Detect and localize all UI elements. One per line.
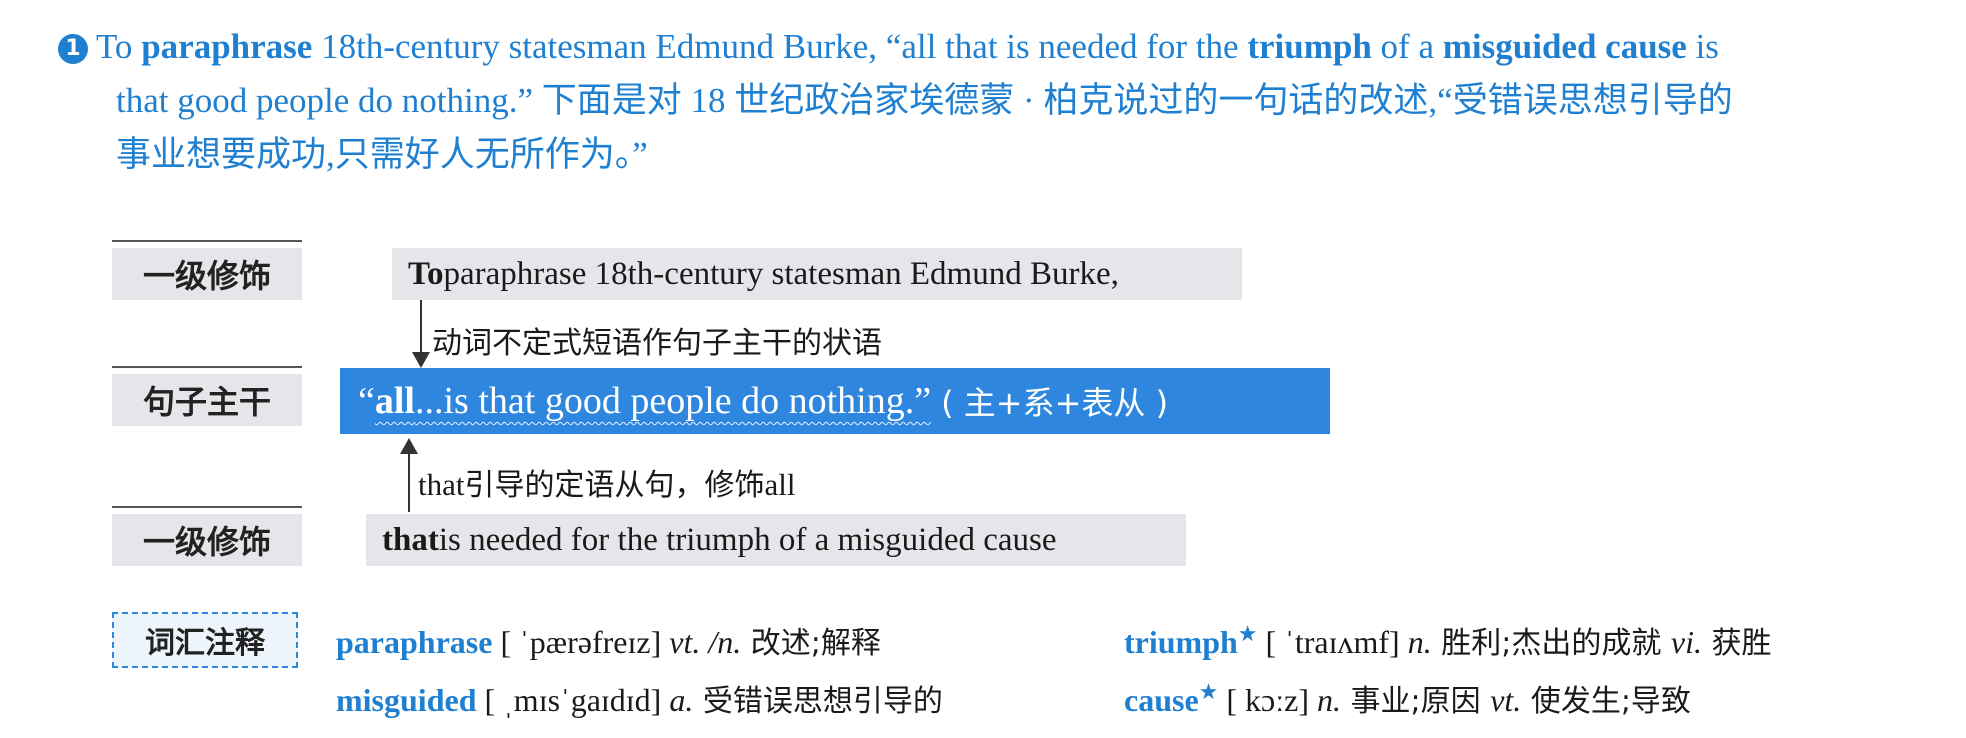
- arrow-down-icon: [412, 352, 430, 368]
- intro-line-1: 1 To paraphrase 18th-century statesman Ed…: [58, 20, 1938, 74]
- top-modifier-note: 动词不定式短语作句子主干的状语: [432, 326, 882, 361]
- vocab-entry-triumph: triumph★ [ ˈtraɪʌmf] n. 胜利;杰出的成就 vi. 获胜: [1124, 621, 1772, 661]
- divider: [112, 366, 302, 368]
- star-icon: ★: [1237, 621, 1258, 646]
- bottom-modifier-note: that引导的定语从句，修饰all: [418, 467, 796, 503]
- arrow-line-down: [420, 300, 422, 358]
- arrow-line-up: [408, 452, 410, 512]
- core-subject-all: all: [374, 380, 415, 422]
- sentence-core-box: “all ...is that good people do nothing.”(…: [340, 368, 1330, 434]
- top-modifier-box: To paraphrase 18th-century statesman Edm…: [392, 248, 1242, 300]
- vocab-entry-paraphrase: paraphrase [ ˈpærəfreɪz] vt. /n. 改述;解释: [336, 624, 881, 661]
- intro-line-3: 事业想要成功,只需好人无所作为。”: [116, 135, 648, 174]
- tag-first-level-modifier-top: 一级修饰: [112, 240, 302, 300]
- intro-line-2: that good people do nothing.” 下面是对 18 世纪…: [116, 81, 1733, 120]
- divider: [112, 240, 302, 242]
- vocab-tag: 词汇注释: [112, 612, 298, 668]
- tag-first-level-modifier-bottom: 一级修饰: [112, 506, 302, 566]
- core-structure-note: ( 主+系+表从 ): [941, 384, 1169, 422]
- vocab-entry-cause: cause★ [ kɔːz] n. 事业;原因 vt. 使发生;导致: [1124, 679, 1691, 719]
- star-icon: ★: [1198, 679, 1219, 704]
- vocab-entry-misguided: misguided [ ˌmɪsˈgaɪdɪd] a. 受错误思想引导的: [336, 682, 943, 719]
- intro-paragraph: 1 To paraphrase 18th-century statesman Ed…: [58, 20, 1938, 182]
- item-number-badge: 1: [58, 34, 88, 64]
- bottom-modifier-box: that is needed for the triumph of a misg…: [366, 514, 1186, 566]
- tag-sentence-core: 句子主干: [112, 366, 302, 426]
- divider: [112, 506, 302, 508]
